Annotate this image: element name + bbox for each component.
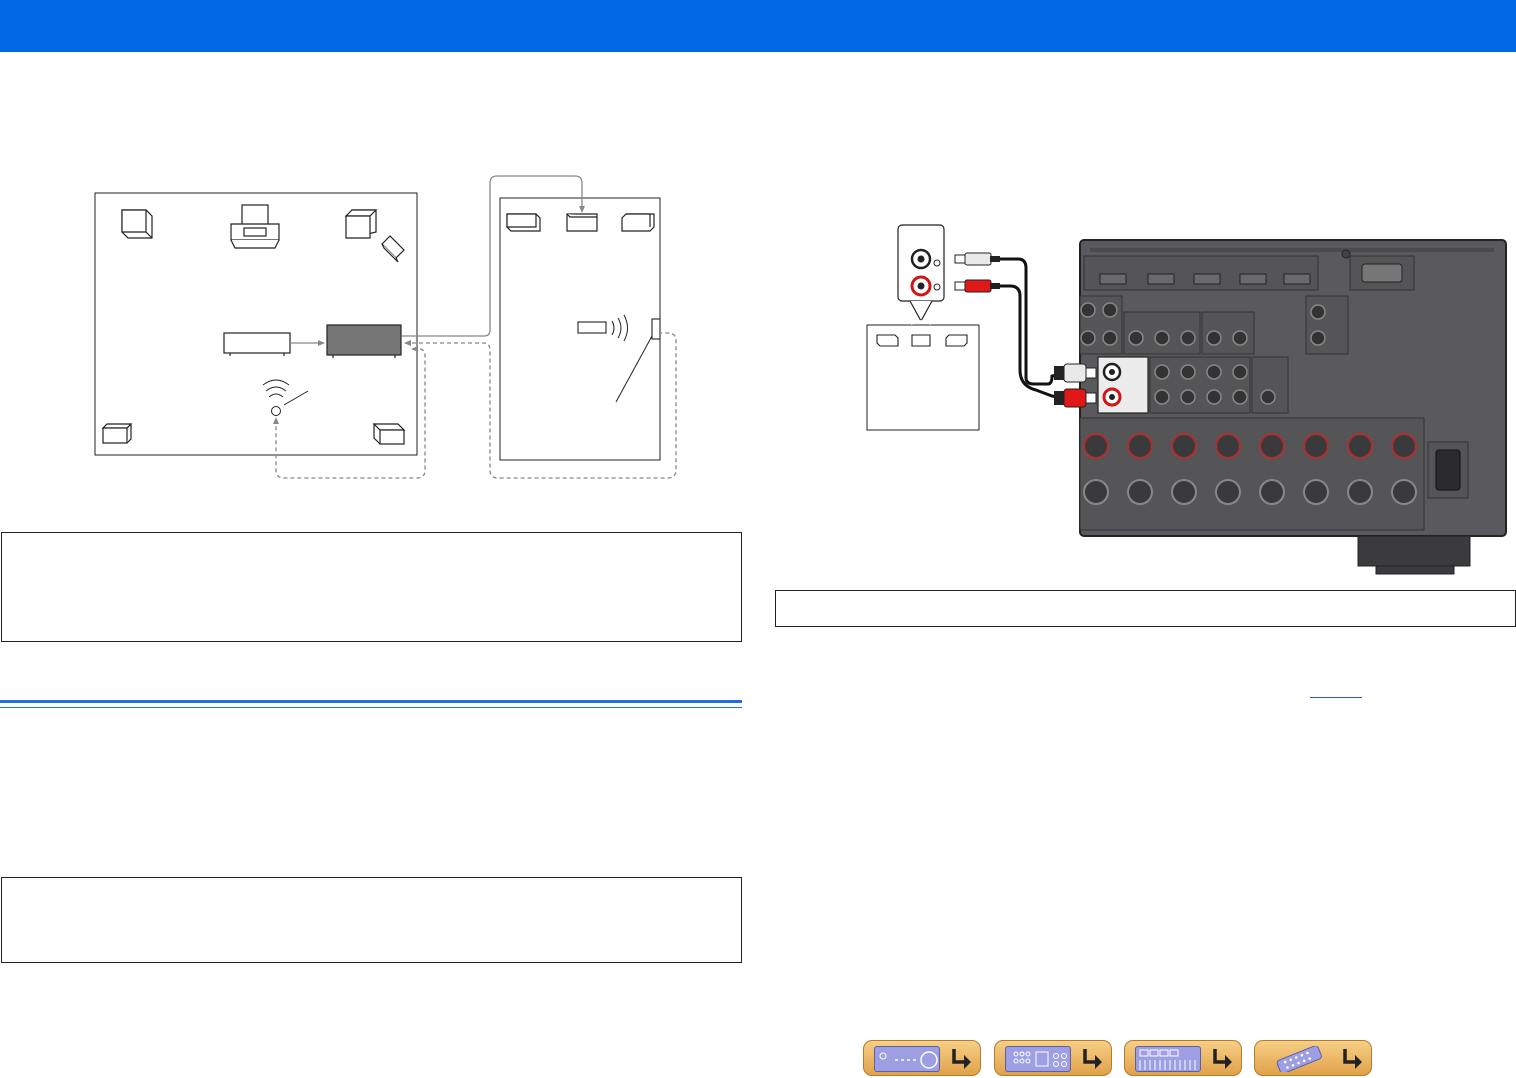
jump-arrow-icon bbox=[1343, 1049, 1362, 1069]
page-header-bar bbox=[0, 0, 1516, 52]
ir-receiver-icon bbox=[651, 318, 661, 340]
rear-panel-connection-diagram bbox=[866, 224, 1507, 575]
jump-arrow-icon bbox=[1213, 1049, 1232, 1069]
zone2-front-right-speaker-icon bbox=[621, 213, 655, 232]
small-speaker-center-icon bbox=[911, 334, 931, 347]
zone-layout-diagram bbox=[94, 175, 677, 479]
rca-cable-white bbox=[1000, 257, 1065, 386]
section-heading-rule bbox=[0, 700, 742, 703]
jump-arrow-icon bbox=[952, 1049, 971, 1069]
nav-rear-panel-button[interactable] bbox=[994, 1040, 1112, 1076]
zone-out-jacks-highlight bbox=[1097, 356, 1149, 414]
nav-setup-menu-button[interactable] bbox=[1124, 1040, 1242, 1076]
page-reference-link[interactable] bbox=[1310, 697, 1362, 698]
source-device-icon bbox=[223, 332, 291, 356]
av-receiver-icon bbox=[326, 324, 402, 358]
small-speaker-left-icon bbox=[876, 334, 899, 347]
setup-menu-icon bbox=[1135, 1046, 1201, 1072]
nav-front-panel-button[interactable] bbox=[863, 1040, 981, 1076]
rca-plug-white-top bbox=[954, 252, 1000, 266]
front-left-speaker-icon bbox=[121, 209, 153, 239]
note-box-3 bbox=[775, 590, 1516, 627]
front-panel-icon bbox=[874, 1046, 940, 1072]
surround-left-speaker-icon bbox=[101, 423, 133, 444]
note-box-2 bbox=[1, 877, 742, 963]
zone2-center-speaker-icon bbox=[566, 213, 598, 232]
zone2-amplifier-jack-callout bbox=[897, 224, 945, 323]
rca-plug-red-top bbox=[954, 279, 1000, 293]
small-speaker-right-icon bbox=[945, 334, 968, 347]
jump-arrow-icon bbox=[1083, 1049, 1102, 1069]
section-heading-rule-thin bbox=[0, 707, 742, 708]
rca-cable-red bbox=[1000, 284, 1065, 400]
receiver-rear-panel bbox=[1079, 239, 1507, 575]
zone2-front-left-speaker-icon bbox=[506, 213, 541, 232]
note-box-1 bbox=[1, 532, 742, 642]
remote-control-icon bbox=[1265, 1045, 1331, 1074]
nav-remote-control-button[interactable] bbox=[1254, 1040, 1372, 1076]
rear-panel-icon bbox=[1005, 1046, 1071, 1072]
